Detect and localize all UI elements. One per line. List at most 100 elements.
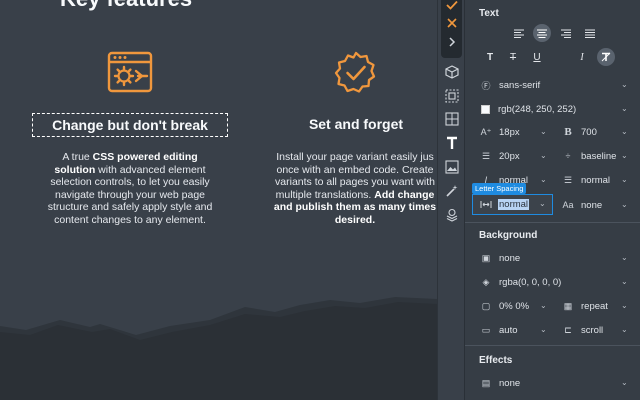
text-case-value: none: [581, 199, 603, 211]
text-color-picker[interactable]: rgb(248, 250, 252): [481, 100, 576, 118]
cube-icon: [444, 65, 459, 79]
chevron-down-icon: ⌄: [621, 104, 628, 113]
line-height-input[interactable]: ☰ 20px: [479, 147, 520, 165]
text-segment: once with an embed code. Create: [276, 163, 434, 176]
description-line: navigate through your web page: [28, 189, 232, 202]
align-justify-button[interactable]: [581, 24, 599, 42]
check-icon: [445, 0, 458, 10]
chevron-down-icon: ⌄: [621, 200, 628, 209]
letter-spacing-value: normal: [498, 199, 530, 210]
background-size-value: auto: [499, 324, 518, 336]
feature-title-change[interactable]: Change but don't break: [32, 113, 228, 137]
feature-description-set-forget[interactable]: Install your page variant easily jus once…: [262, 151, 437, 227]
background-image-select[interactable]: ▣ none: [479, 249, 520, 267]
bold-text: solution: [54, 163, 96, 176]
bold-text: CSS powered editing: [92, 151, 198, 163]
effects-select[interactable]: ▤ none: [479, 374, 520, 392]
chevron-down-icon: ⌄: [621, 277, 628, 286]
magic-wand-icon: [445, 185, 457, 197]
page-canvas[interactable]: Key features Change but don't break Set …: [0, 0, 437, 400]
background-image-value: none: [499, 252, 521, 264]
text-transform-select[interactable]: ☰ normal: [561, 171, 610, 189]
tool-select-box[interactable]: [438, 85, 465, 107]
description-line: A true CSS powered editing: [28, 151, 232, 164]
chevron-down-icon: ⌄: [621, 175, 628, 184]
line-height-value: 20px: [499, 150, 520, 162]
clear-format-icon: [601, 52, 611, 62]
italic-button[interactable]: I: [573, 48, 591, 66]
attachment-icon: ⊏: [564, 324, 572, 335]
text-normal-button[interactable]: T: [481, 48, 499, 66]
chevron-down-icon: ⌄: [539, 199, 546, 208]
text-section-title: Text: [479, 8, 499, 19]
background-repeat-select[interactable]: ▦ repeat: [561, 297, 608, 315]
text-segment: selection controls, to let you easily: [50, 176, 210, 189]
font-family-value: sans-serif: [499, 79, 541, 91]
tool-image[interactable]: [438, 156, 465, 178]
chevron-down-icon: ⌄: [621, 151, 628, 160]
tool-layout[interactable]: [438, 108, 465, 130]
chevron-right-icon: [448, 37, 455, 47]
letter-spacing-icon: [480, 200, 492, 209]
text-case-select[interactable]: Aa none: [561, 196, 602, 214]
paint-bucket-icon: ◈: [482, 276, 490, 287]
feature-description-change[interactable]: A true CSS powered editing solution with …: [28, 151, 232, 227]
section-heading[interactable]: Key features: [60, 0, 192, 12]
repeat-icon: ▦: [563, 300, 573, 311]
feature-title-set-forget[interactable]: Set and forget: [286, 116, 426, 132]
letter-spacing-input[interactable]: normal ⌄: [472, 194, 553, 215]
tool-cube[interactable]: [438, 61, 465, 83]
chevron-down-icon: ⌄: [540, 301, 547, 310]
description-line: selection controls, to let you easily: [28, 176, 232, 189]
chevron-down-icon: ⌄: [540, 175, 547, 184]
background-size-select[interactable]: ▭ auto: [479, 321, 518, 339]
font-weight-select[interactable]: B 700: [561, 123, 597, 141]
expand-button[interactable]: [438, 31, 465, 53]
vertical-align-value: baseline: [581, 150, 617, 162]
badge-check-icon: [334, 51, 376, 93]
effects-section-title: Effects: [479, 355, 513, 366]
font-size-icon: A⁺: [480, 126, 492, 137]
section-divider: [465, 222, 640, 223]
vertical-align-select[interactable]: ÷ baseline: [561, 147, 617, 165]
description-line: multiple translations. Add change: [262, 189, 437, 202]
background-position-input[interactable]: ▢ 0% 0%: [479, 297, 529, 315]
chevron-down-icon: ⌄: [621, 127, 628, 136]
font-size-input[interactable]: A⁺ 18px: [479, 123, 520, 141]
description-line: structure and safely apply style and: [28, 201, 232, 214]
underline-button[interactable]: U: [528, 48, 546, 66]
vertical-align-icon: ÷: [565, 151, 571, 161]
tool-text[interactable]: [438, 132, 465, 154]
background-attachment-value: scroll: [581, 324, 604, 336]
bold-b-icon: B: [564, 126, 572, 138]
text-segment: A true: [62, 151, 93, 163]
font-case-icon: Aa: [562, 200, 574, 210]
position-icon: ▢: [481, 300, 491, 311]
background-color-picker[interactable]: ◈ rgba(0, 0, 0, 0): [479, 273, 562, 291]
description-line: desired.: [262, 214, 437, 227]
color-swatch: [481, 104, 490, 114]
bold-text: desired.: [334, 213, 376, 226]
chevron-down-icon: ⌄: [621, 378, 628, 387]
text-segment: navigate through your web page: [54, 188, 206, 201]
description-line: Install your page variant easily jus: [262, 151, 437, 164]
mountain-background: [0, 297, 437, 400]
background-attachment-select[interactable]: ⊏ scroll: [561, 321, 603, 339]
text-segment: content changes to any element.: [54, 213, 206, 226]
align-center-button[interactable]: [533, 24, 551, 42]
align-right-button[interactable]: [557, 24, 575, 42]
text-segment: variants to all pages you want with: [275, 176, 435, 189]
text-segment: multiple translations.: [275, 188, 375, 201]
chevron-down-icon: ⌄: [621, 325, 628, 334]
tool-effects[interactable]: [438, 180, 465, 202]
tool-layers[interactable]: [438, 204, 465, 226]
text-segment: structure and safely apply style and: [47, 201, 213, 214]
font-family-select[interactable]: Ⓕ sans-serif: [479, 76, 540, 94]
strikethrough-button[interactable]: T: [504, 48, 522, 66]
align-left-button[interactable]: [510, 24, 528, 42]
align-justify-icon: [585, 28, 595, 38]
clear-format-button[interactable]: [597, 48, 615, 66]
bold-text: and publish them as many times: [273, 201, 437, 214]
description-line: variants to all pages you want with: [262, 176, 437, 189]
size-icon: ▭: [481, 324, 491, 335]
